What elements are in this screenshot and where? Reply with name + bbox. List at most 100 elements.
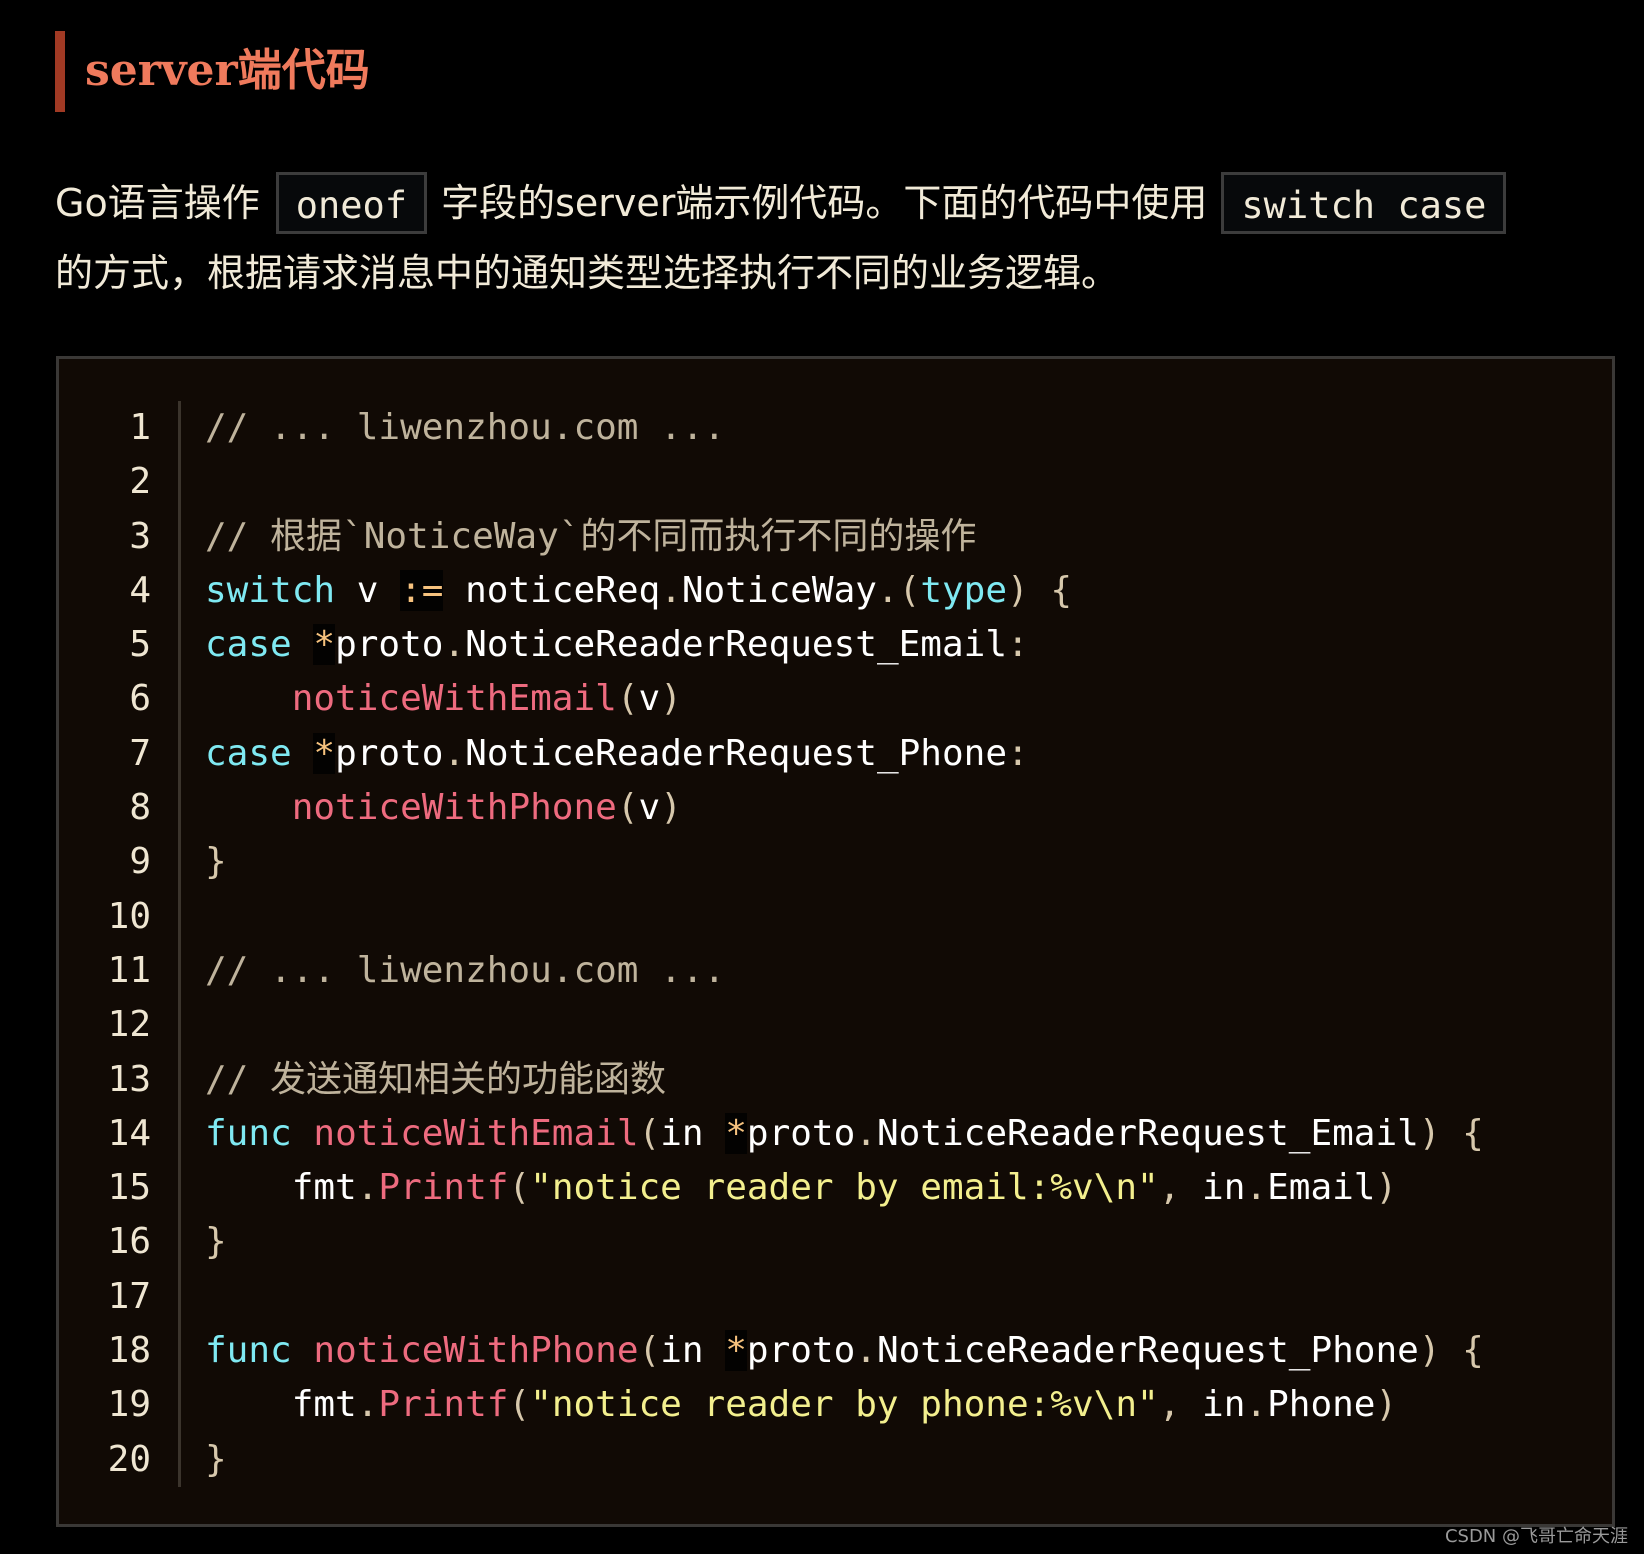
line-number: 7: [129, 732, 151, 774]
paragraph-text: 字段的server端示例代码。下面的代码中使用: [441, 181, 1208, 225]
gutter-divider: [178, 401, 181, 1487]
code-token: type: [920, 569, 1008, 611]
description-paragraph: Go语言操作 oneof 字段的server端示例代码。下面的代码中使用 swi…: [55, 168, 1615, 308]
line-number: 13: [107, 1058, 151, 1100]
line-source: noticeWithEmail(v): [205, 672, 682, 726]
code-token: ): [1375, 1384, 1398, 1426]
code-token: *: [313, 732, 336, 774]
code-token: fmt: [205, 1384, 357, 1426]
code-token: ) {: [1007, 569, 1073, 611]
line-number: 16: [107, 1221, 151, 1263]
code-token: func: [205, 1330, 292, 1372]
code-token: ): [660, 678, 682, 720]
code-token: .: [855, 1112, 877, 1154]
code-token: noticeWithEmail: [313, 1112, 639, 1154]
paragraph-line-1: Go语言操作 oneof 字段的server端示例代码。下面的代码中使用 swi…: [55, 168, 1615, 238]
code-token: func: [205, 1112, 292, 1154]
code-token: proto: [335, 624, 444, 666]
line-source: case *proto.NoticeReaderRequest_Email:: [205, 618, 1029, 672]
code-token: case: [205, 732, 292, 774]
code-token: proto: [746, 1330, 856, 1372]
code-token: Printf: [378, 1167, 509, 1209]
line-number: 17: [107, 1275, 151, 1317]
code-token: :: [1007, 624, 1029, 666]
line-source: fmt.Printf("notice reader by email:%v\n"…: [205, 1161, 1397, 1215]
code-token: (: [638, 1112, 661, 1154]
line-number: 10: [107, 895, 151, 937]
line-number: 15: [107, 1167, 151, 1209]
line-source: // ... liwenzhou.com ...: [205, 944, 725, 998]
code-token: .: [356, 1384, 379, 1426]
code-token: NoticeReaderRequest_Phone: [876, 1330, 1419, 1372]
code-token: // 发送通知相关的功能函数: [205, 1058, 667, 1100]
code-token: .: [443, 732, 466, 774]
line-number: 1: [129, 407, 151, 448]
line-source: // ... liwenzhou.com ...: [205, 401, 725, 455]
line-number: 18: [107, 1330, 151, 1372]
code-token: (: [508, 1384, 531, 1426]
line-number: 6: [129, 678, 151, 720]
code-token: fmt: [205, 1167, 357, 1209]
line-number: 19: [107, 1384, 151, 1426]
code-token: v: [638, 678, 661, 720]
code-token: (: [616, 678, 639, 720]
code-token: (: [508, 1167, 531, 1209]
code-token: (: [616, 787, 639, 829]
code-token: .: [660, 569, 682, 611]
line-number: 9: [129, 841, 151, 883]
paragraph-text: 的方式，根据请求消息中的通知类型选择执行不同的业务逻辑。: [55, 251, 1120, 295]
code-token: ) {: [1418, 1112, 1484, 1154]
code-token: // ... liwenzhou.com ...: [205, 949, 726, 991]
inline-code-oneof: oneof: [275, 172, 428, 234]
code-token: *: [725, 1330, 747, 1372]
code-token: .: [855, 1330, 877, 1372]
heading-accent-bar: [55, 31, 65, 112]
code-token: NoticeReaderRequest_Phone: [465, 732, 1007, 774]
code-token: ): [1375, 1167, 1398, 1209]
line-source: // 发送通知相关的功能函数: [205, 1053, 666, 1107]
line-number: 20: [107, 1438, 151, 1480]
inline-code-switch-case: switch case: [1221, 172, 1507, 234]
code-token: ,: [1158, 1384, 1203, 1426]
line-number: 8: [129, 787, 151, 829]
line-source: case *proto.NoticeReaderRequest_Phone:: [205, 727, 1029, 781]
code-token: "notice reader by phone:%v\n": [530, 1384, 1159, 1426]
code-token: in: [660, 1330, 726, 1372]
code-token: :=: [400, 569, 444, 611]
code-token: .: [443, 624, 466, 666]
code-token: NoticeReaderRequest_Email: [465, 624, 1007, 666]
paragraph-text: Go语言操作: [55, 181, 260, 225]
line-source: func noticeWithPhone(in *proto.NoticeRea…: [205, 1324, 1484, 1378]
code-token: switch: [205, 569, 336, 611]
line-number: 11: [107, 949, 151, 991]
code-token: }: [205, 1438, 227, 1480]
code-token: ): [660, 787, 682, 829]
watermark: CSDN @飞哥亡命天涯: [1444, 1526, 1628, 1547]
code-token: }: [205, 1221, 227, 1263]
code-token: .: [356, 1167, 379, 1209]
code-token: noticeWithEmail: [291, 678, 617, 720]
code-token: Email: [1267, 1167, 1376, 1209]
code-token: proto: [335, 732, 444, 774]
line-number: 14: [107, 1112, 151, 1154]
code-block[interactable]: 1 // ... liwenzhou.com ... 2 3 // 根据`NoticeW…: [56, 356, 1615, 1527]
code-token: }: [205, 841, 227, 883]
line-number: 12: [107, 1004, 151, 1046]
code-token: // ... liwenzhou.com ...: [205, 407, 726, 448]
line-source: // 根据`NoticeWay`的不同而执行不同的操作: [205, 510, 976, 564]
code-token: noticeWithPhone: [313, 1330, 639, 1372]
line-source: switch v := noticeReq.NoticeWay.(type) {: [205, 564, 1072, 618]
line-source: }: [205, 1215, 227, 1269]
section-heading: server端代码: [85, 45, 370, 96]
line-number: 2: [129, 461, 151, 503]
code-token: in: [1202, 1167, 1246, 1209]
code-token: v: [638, 787, 661, 829]
code-token: .(: [876, 569, 921, 611]
code-token: NoticeWay: [681, 569, 877, 611]
line-source: func noticeWithEmail(in *proto.NoticeRea…: [205, 1107, 1484, 1161]
